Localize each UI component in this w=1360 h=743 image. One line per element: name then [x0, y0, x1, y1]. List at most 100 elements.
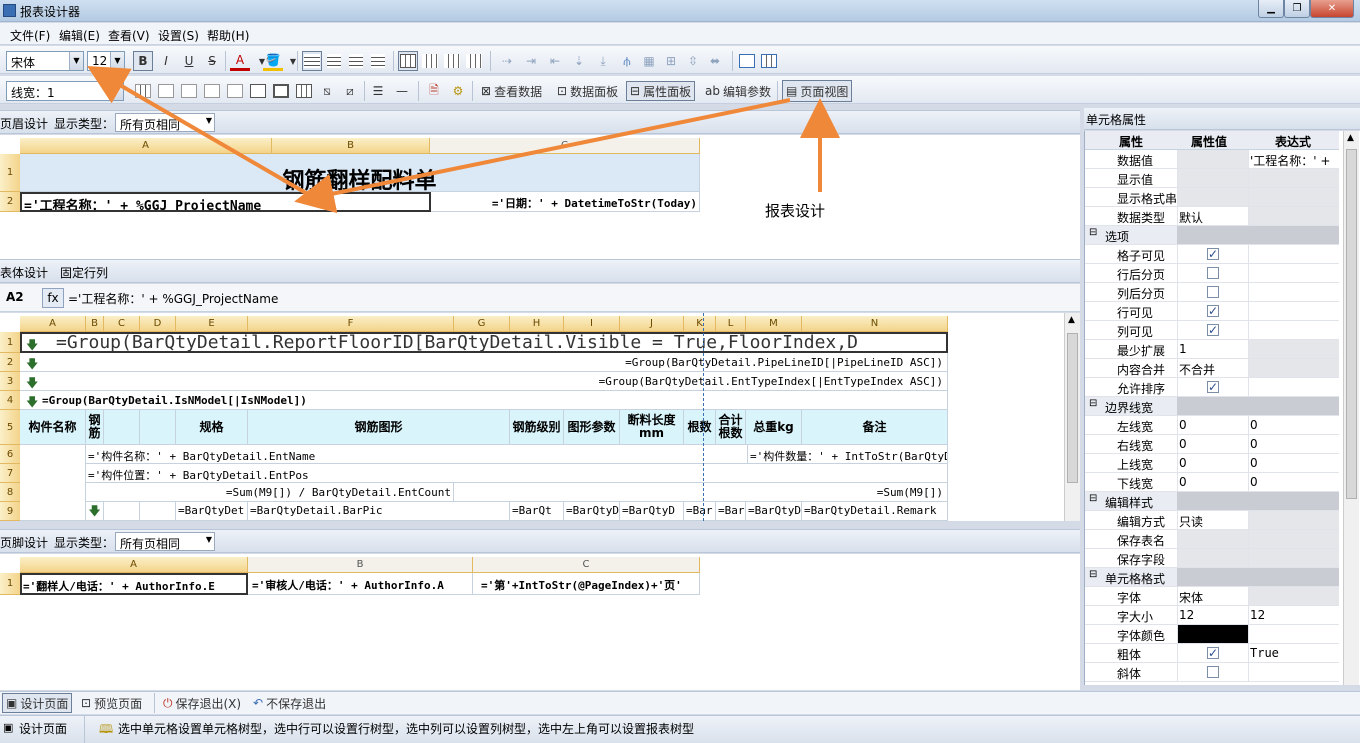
collapse-icon[interactable]: ⊟ [1089, 493, 1097, 504]
settings-button[interactable]: ⚙ [448, 81, 468, 101]
save-exit-button[interactable]: ⏻ 保存退出(X) [160, 693, 244, 713]
prop-row[interactable]: 显示值 [1085, 169, 1339, 188]
header-tab[interactable]: 页眉设计 [0, 115, 48, 132]
line-width-select[interactable]: 线宽：1 ▼ [6, 81, 124, 101]
prop-row[interactable]: 列可见 ✓ [1085, 321, 1339, 340]
formula-input[interactable]: ='工程名称：' + %GGJ_ProjectName [66, 288, 1072, 308]
group-enttype-cell[interactable]: =Group(BarQtyDetail.EntTypeIndex[|EntTyp… [20, 372, 948, 391]
prop-row[interactable]: ⊟ 编辑样式 [1085, 492, 1339, 511]
prop-checkbox[interactable]: ✓ [1207, 305, 1219, 317]
table-header-cell[interactable]: 规格 [176, 410, 248, 445]
row-header-1[interactable]: 1 [0, 154, 20, 192]
col-header-m[interactable]: M [746, 316, 802, 332]
table-header-cell[interactable]: 断料长度mm [620, 410, 684, 445]
border-all-button[interactable] [133, 81, 153, 101]
reviewer-cell[interactable]: ='审核人/电话：' + AuthorInfo.A [248, 573, 473, 595]
weight-sum-cell[interactable]: =Sum(M9[]) [454, 483, 948, 502]
prop-row[interactable]: 粗体 ✓ True [1085, 644, 1339, 663]
prop-checkbox[interactable] [1207, 666, 1219, 678]
border-bottom-button[interactable] [225, 81, 245, 101]
prop-expr[interactable]: 12 [1249, 606, 1339, 624]
weight-per-unit-cell[interactable]: =Sum(M9[]) / BarQtyDetail.EntCount [86, 483, 454, 502]
prop-row[interactable]: 内容合并 不合并 [1085, 359, 1339, 378]
grid-view-button[interactable] [759, 51, 779, 71]
page-index-cell[interactable]: ='第'+IntToStr(@PageIndex)+'页' [473, 573, 700, 595]
prop-row[interactable]: 编辑方式 只读 [1085, 511, 1339, 530]
same-height-button[interactable]: ⇳ [683, 51, 703, 71]
table-cell[interactable]: =BarQtyDetail.Remark [802, 502, 948, 521]
prop-expr[interactable] [1249, 359, 1339, 377]
row-header-5[interactable]: 5 [0, 410, 20, 445]
author-cell[interactable]: ='翻样人/电话：' + AuthorInfo.E [20, 573, 248, 595]
prop-value[interactable]: 0 [1178, 454, 1248, 472]
fill-color-dropdown[interactable]: ▼ [283, 51, 303, 71]
table-header-cell[interactable]: 合计根数 [716, 410, 746, 445]
diagonal-down-button[interactable]: ⧅ [317, 81, 337, 101]
align-left-button[interactable] [324, 51, 344, 71]
nosave-exit-button[interactable]: ↶ 不保存退出 [250, 693, 329, 713]
prop-row[interactable]: 行后分页 [1085, 264, 1339, 283]
fixed-rows-tab[interactable]: 固定行列 [60, 264, 108, 281]
table-header-cell[interactable] [104, 410, 140, 445]
row-header-3[interactable]: 3 [0, 372, 20, 391]
row-header-2[interactable]: 2 [0, 353, 20, 372]
font-name-select[interactable]: 宋体 ▼ [6, 51, 84, 71]
table-cell[interactable]: =Bar [684, 502, 716, 521]
strikethrough-button[interactable]: S [202, 51, 222, 71]
delete-col-button[interactable]: ⫛ [617, 51, 637, 71]
delete-row-button[interactable]: ⇤ [545, 51, 565, 71]
group-floor-cell[interactable]: =Group(BarQtyDetail.ReportFloorID[BarQty… [20, 332, 948, 353]
col-header-e[interactable]: E [176, 316, 248, 332]
prop-checkbox[interactable]: ✓ [1207, 381, 1219, 393]
prop-expr[interactable]: 0 [1249, 473, 1339, 491]
border-box-button[interactable] [271, 81, 291, 101]
prop-expr[interactable]: '工程名称：' + [1249, 150, 1339, 168]
col-header-b[interactable]: B [272, 138, 430, 154]
col-header-i[interactable]: I [564, 316, 620, 332]
border-right-button[interactable] [179, 81, 199, 101]
project-name-cell[interactable]: ='工程名称：' + %GGJ_ProjectName [20, 192, 431, 212]
prop-expr[interactable] [1249, 340, 1339, 358]
prop-color-swatch[interactable] [1178, 625, 1248, 643]
prop-checkbox[interactable]: ✓ [1207, 248, 1219, 260]
col-header-b[interactable]: B [86, 316, 104, 332]
prop-value[interactable] [1178, 150, 1248, 168]
data-panel-button[interactable]: ⊡ 数据面板 [554, 81, 621, 101]
prop-expr[interactable]: 0 [1249, 416, 1339, 434]
table-cell[interactable] [104, 502, 140, 521]
prop-value[interactable] [1178, 169, 1248, 187]
prop-expr[interactable] [1249, 511, 1339, 529]
prop-row[interactable]: 数据值 '工程名称：' + [1085, 150, 1339, 169]
col-header-b[interactable]: B [248, 557, 473, 573]
prop-expr[interactable] [1249, 169, 1339, 187]
prop-value[interactable]: 0 [1178, 473, 1248, 491]
prop-value[interactable]: 0 [1178, 435, 1248, 453]
footer-display-type-select[interactable]: 所有页相同 ▼ [115, 532, 215, 551]
prop-row[interactable]: 最少扩展 1 [1085, 340, 1339, 359]
insert-row-button[interactable]: ⇢ [497, 51, 517, 71]
entity-name-cell[interactable]: ='构件名称：' + BarQtyDetail.EntName [86, 445, 748, 464]
prop-row[interactable]: 字体 宋体 [1085, 587, 1339, 606]
table-cell[interactable] [140, 502, 176, 521]
props-scrollbar[interactable]: ▲ [1343, 131, 1359, 685]
col-header-g[interactable]: G [454, 316, 510, 332]
border-grid-button[interactable] [294, 81, 314, 101]
col-header-n[interactable]: N [802, 316, 948, 332]
line-button[interactable]: — [392, 81, 412, 101]
append-row-button[interactable]: ⇥ [521, 51, 541, 71]
prop-row[interactable]: 字体颜色 [1085, 625, 1339, 644]
prop-value[interactable]: 1 [1178, 340, 1248, 358]
vertical-scrollbar[interactable]: ▲ [1064, 313, 1080, 521]
entity-pos-cell[interactable]: ='构件位置：' + BarQtyDetail.EntPos [86, 464, 948, 483]
line-style-button[interactable]: ☰ [368, 81, 388, 101]
prop-expr[interactable] [1249, 207, 1339, 225]
component-name-cell[interactable] [20, 445, 86, 521]
table-header-cell[interactable]: 钢筋图形 [248, 410, 510, 445]
minimize-button[interactable]: ▁ [1258, 0, 1284, 18]
prop-panel-button[interactable]: ⊟ 属性面板 [626, 81, 696, 101]
col-header-a[interactable]: A [20, 316, 86, 332]
table-cell[interactable]: =BarQtyD [564, 502, 620, 521]
close-button[interactable]: ✕ [1310, 0, 1354, 18]
bold-button[interactable]: B [133, 51, 153, 71]
page-setup-button[interactable] [737, 51, 757, 71]
